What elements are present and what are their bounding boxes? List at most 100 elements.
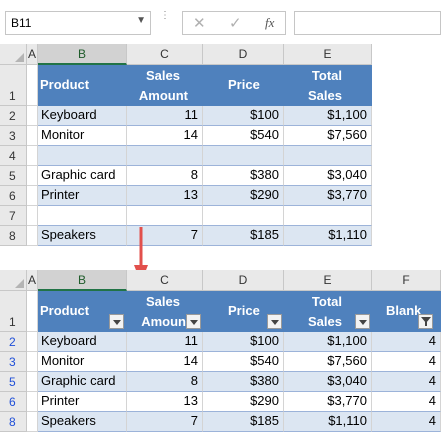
table-header-cell[interactable]: Total Sales (284, 65, 372, 106)
cell[interactable] (27, 65, 38, 106)
filter-applied-button[interactable] (418, 314, 433, 329)
table-cell[interactable]: $1,100 (284, 332, 372, 352)
row-header[interactable]: 3 (0, 126, 27, 146)
table-cell[interactable]: 14 (127, 352, 203, 372)
column-header-c[interactable]: C (127, 44, 203, 65)
column-header-e[interactable]: E (284, 44, 372, 65)
row-header[interactable]: 1 (0, 65, 27, 106)
cell[interactable] (27, 126, 38, 146)
row-header[interactable]: 8 (0, 412, 27, 432)
table-header-cell[interactable]: Product (38, 65, 127, 106)
enter-icon[interactable]: ✓ (229, 14, 242, 32)
table-cell[interactable]: Printer (38, 186, 127, 206)
table-cell[interactable]: 4 (372, 392, 441, 412)
table-cell[interactable]: 14 (127, 126, 203, 146)
table-cell[interactable]: 8 (127, 372, 203, 392)
cell[interactable] (27, 392, 38, 412)
table-cell[interactable] (284, 146, 372, 166)
select-all-corner[interactable] (0, 270, 27, 291)
row-header[interactable]: 4 (0, 146, 27, 166)
table-cell[interactable] (127, 206, 203, 226)
table-cell[interactable]: $1,100 (284, 106, 372, 126)
table-cell[interactable]: $185 (203, 412, 284, 432)
table-cell[interactable]: $1,110 (284, 412, 372, 432)
table-cell[interactable]: $290 (203, 186, 284, 206)
table-cell[interactable] (38, 206, 127, 226)
cancel-icon[interactable]: ✕ (193, 14, 206, 32)
table-cell[interactable] (38, 146, 127, 166)
table-cell[interactable]: 11 (127, 332, 203, 352)
filter-dropdown-button[interactable] (186, 314, 201, 329)
table-header-cell[interactable]: Sales Amoun (127, 291, 203, 332)
row-header[interactable]: 1 (0, 291, 27, 332)
column-header-b[interactable]: B (38, 44, 127, 65)
column-header-f[interactable]: F (372, 270, 441, 291)
column-header-a[interactable]: A (27, 44, 38, 65)
row-header[interactable]: 6 (0, 392, 27, 412)
cell[interactable] (27, 146, 38, 166)
column-header-a[interactable]: A (27, 270, 38, 291)
row-header[interactable]: 5 (0, 166, 27, 186)
cell[interactable] (27, 372, 38, 392)
table-cell[interactable]: Monitor (38, 126, 127, 146)
table-cell[interactable]: $3,040 (284, 372, 372, 392)
table-cell[interactable]: 11 (127, 106, 203, 126)
table-cell[interactable]: Speakers (38, 412, 127, 432)
table-header-cell[interactable]: Product (38, 291, 127, 332)
table-cell[interactable]: $100 (203, 332, 284, 352)
row-header[interactable]: 6 (0, 186, 27, 206)
table-cell[interactable]: $7,560 (284, 126, 372, 146)
formula-input[interactable] (294, 11, 441, 35)
filter-dropdown-button[interactable] (109, 314, 124, 329)
table-header-cell[interactable]: Blank (372, 291, 441, 332)
table-cell[interactable]: 4 (372, 352, 441, 372)
table-cell[interactable]: $380 (203, 166, 284, 186)
row-header[interactable]: 2 (0, 332, 27, 352)
table-cell[interactable]: $3,770 (284, 392, 372, 412)
table-cell[interactable]: Speakers (38, 226, 127, 246)
row-header[interactable]: 8 (0, 226, 27, 246)
table-cell[interactable]: $3,040 (284, 166, 372, 186)
table-cell[interactable]: $380 (203, 372, 284, 392)
table-cell[interactable]: Printer (38, 392, 127, 412)
cell[interactable] (27, 166, 38, 186)
table-cell[interactable]: $185 (203, 226, 284, 246)
insert-function-icon[interactable]: fx (265, 15, 274, 31)
cell[interactable] (27, 206, 38, 226)
table-cell[interactable]: $540 (203, 126, 284, 146)
column-header-c[interactable]: C (127, 270, 203, 291)
cell[interactable] (27, 291, 38, 332)
row-header[interactable]: 7 (0, 206, 27, 226)
table-cell[interactable]: 13 (127, 392, 203, 412)
select-all-corner[interactable] (0, 44, 27, 65)
cell[interactable] (27, 352, 38, 372)
table-cell[interactable]: Keyboard (38, 332, 127, 352)
row-header[interactable]: 5 (0, 372, 27, 392)
table-header-cell[interactable]: Price (203, 291, 284, 332)
table-cell[interactable]: Graphic card (38, 372, 127, 392)
table-cell[interactable]: 4 (372, 332, 441, 352)
table-cell[interactable]: $1,110 (284, 226, 372, 246)
drag-handle-icon[interactable]: ⋮ (160, 11, 170, 21)
table-cell[interactable]: 13 (127, 186, 203, 206)
row-header[interactable]: 2 (0, 106, 27, 126)
name-box[interactable]: B11 ▼ (5, 11, 151, 35)
table-cell[interactable] (203, 146, 284, 166)
column-header-b[interactable]: B (38, 270, 127, 291)
column-header-d[interactable]: D (203, 44, 284, 65)
table-cell[interactable]: 7 (127, 412, 203, 432)
table-cell[interactable] (284, 206, 372, 226)
table-cell[interactable]: $3,770 (284, 186, 372, 206)
filter-dropdown-button[interactable] (267, 314, 282, 329)
table-cell[interactable]: Graphic card (38, 166, 127, 186)
table-cell[interactable]: 4 (372, 412, 441, 432)
table-header-cell[interactable]: Sales Amount (127, 65, 203, 106)
table-cell[interactable]: $100 (203, 106, 284, 126)
table-cell[interactable]: $290 (203, 392, 284, 412)
table-cell[interactable]: 8 (127, 166, 203, 186)
table-cell[interactable]: 4 (372, 372, 441, 392)
cell[interactable] (27, 412, 38, 432)
cell[interactable] (27, 106, 38, 126)
table-cell[interactable]: $540 (203, 352, 284, 372)
cell[interactable] (27, 332, 38, 352)
